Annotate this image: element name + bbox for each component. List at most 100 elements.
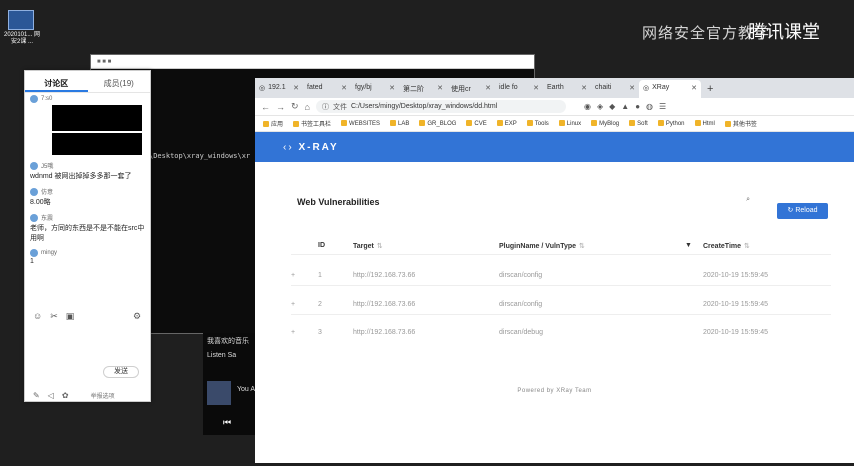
table-row[interactable]: + 1 http://192.168.73.66 dirscan/config … [291,268,831,283]
browser-tab[interactable]: Earth ✕ [543,80,591,98]
speaker-icon[interactable]: ◁ [48,391,54,400]
forward-icon[interactable]: → [276,102,285,112]
extension-icon[interactable]: ◍ [646,102,653,111]
report-link[interactable]: 举报选项 [91,391,115,400]
bookmark-folder[interactable]: LAB [390,120,409,127]
browser-tab[interactable]: idle fo ✕ [495,80,543,98]
col-plugin-header[interactable]: PluginName / VulnType ⇅ [499,242,685,250]
sort-icon[interactable]: ⇅ [744,243,750,250]
divider [291,285,831,286]
bookmark-folder[interactable]: EXP [497,120,517,127]
bookmark-folder[interactable]: Python [658,120,685,127]
bookmark-folder[interactable]: Html [695,120,715,127]
shortcut-label: 2020101... 网安2课 ... [3,32,41,45]
bookmark-apps[interactable]: 应用 [263,119,283,128]
browser-tab[interactable]: fgy/bj ✕ [351,80,399,98]
browser-tab[interactable]: 第二阶 ✕ [399,80,447,98]
chat-user: 东震 [41,216,54,222]
home-icon[interactable]: ⌂ [305,102,310,112]
chat-panel[interactable]: 讨论区 成员(19) 7:s0 J5哦 wdnmd 被网出掉掉多多那一套了 仿意… [24,70,151,402]
browser-window[interactable]: ◎ 192.1 ✕ fated ✕ fgy/bj ✕ 第二阶 ✕ 使用cr ✕ idle f… [255,78,854,463]
tab-label: 使用cr [451,86,471,93]
cell-target: http://192.168.73.66 [353,301,416,308]
browser-tab[interactable]: 使用cr ✕ [447,80,495,98]
close-tab-icon[interactable]: ✕ [691,84,697,98]
bookmark-other[interactable]: 其他书签 [725,119,757,128]
flower-icon[interactable]: ✿ [62,391,69,400]
cell-plugin: dirscan/config [499,272,543,279]
xray-logo[interactable]: X-RAY [298,142,338,153]
browser-tab[interactable]: fated ✕ [303,80,351,98]
cell-time: 2020-10-19 15:59:45 [703,272,768,279]
mic-icon[interactable]: ✎ [33,391,40,400]
send-button[interactable]: 发送 [103,366,139,378]
terminal-titlebar[interactable]: ■ ■ ■ [91,55,534,69]
browser-tab-active[interactable]: ◎ XRay ✕ [639,80,701,98]
reload-icon[interactable]: ↻ [291,101,299,112]
scissors-icon[interactable]: ✂ [50,311,58,322]
tab-discussion[interactable]: 讨论区 [25,71,88,92]
bookmark-folder[interactable]: Linux [559,120,581,127]
new-tab-button[interactable]: + [701,83,719,98]
desktop-shortcut[interactable]: 2020101... 网安2课 ... [2,10,42,50]
reload-label: Reload [795,207,818,214]
bookmark-folder[interactable]: GR_BLOG [419,120,456,127]
reload-button[interactable]: ↻ Reload [777,203,828,219]
close-tab-icon[interactable]: ✕ [581,84,587,98]
col-time-header[interactable]: CreateTime ⇅ [703,242,813,250]
sort-icon[interactable]: ⇅ [377,243,383,250]
extension-icon[interactable]: ◆ [609,102,615,111]
player-favorites[interactable]: 我喜欢的音乐 [203,333,263,349]
extension-icon[interactable]: ◉ [584,102,591,111]
address-bar[interactable]: ⓘ 文件 C:/Users/mingy/Desktop/xray_windows… [315,100,566,113]
tab-label: XRay [652,84,670,91]
col-target-header[interactable]: Target ⇅ [353,242,499,250]
chat-message: J5哦 wdnmd 被网出掉掉多多那一套了 [25,159,150,185]
image-icon[interactable]: ▣ [66,311,75,322]
bookmark-folder[interactable]: WEBSITES [341,120,380,127]
close-tab-icon[interactable]: ✕ [533,84,539,98]
close-tab-icon[interactable]: ✕ [437,84,443,98]
emoji-icon[interactable]: ☺ [33,311,42,322]
extension-icon[interactable]: ☰ [659,102,666,111]
bookmark-folder[interactable]: CVE [466,120,486,127]
settings-icon[interactable]: ⚙ [133,311,141,322]
col-id-header[interactable]: ID [318,242,353,249]
bookmark-folder[interactable]: 书签工具栏 [293,119,331,128]
bookmark-folder[interactable]: MyBlog [591,120,619,127]
table-header: ID Target ⇅ PluginName / VulnType ⇅ ▼ Crea… [291,238,831,253]
search-input[interactable]: ⌕ [560,193,750,207]
sort-icon[interactable]: ⇅ [579,243,585,250]
player-track[interactable]: Listen Sa [203,349,263,362]
browser-tab[interactable]: chaiti ✕ [591,80,639,98]
chat-user: 7:s0 [41,96,53,102]
close-tab-icon[interactable]: ✕ [485,84,491,98]
search-icon[interactable]: ⌕ [746,196,750,204]
expand-icon[interactable]: + [291,301,318,308]
close-tab-icon[interactable]: ✕ [389,84,395,98]
expand-icon[interactable]: + [291,329,318,336]
extension-icon[interactable]: ● [635,102,640,111]
expand-icon[interactable]: + [291,272,318,279]
music-player[interactable]: 我喜欢的音乐 Listen Sa You Are ⏮ [203,333,263,435]
tab-label: fgy/bj [355,84,372,91]
close-tab-icon[interactable]: ✕ [293,84,299,98]
extension-icon[interactable]: ◈ [597,102,603,111]
extension-icon[interactable]: ▲ [621,102,629,111]
table-row[interactable]: + 3 http://192.168.73.66 dirscan/debug 2… [291,325,831,340]
tab-label: 第二阶 [403,86,424,93]
tab-members[interactable]: 成员(19) [88,71,151,92]
col-target-label: Target [353,242,374,250]
back-icon[interactable]: ← [261,102,270,112]
filter-icon[interactable]: ▼ [685,242,703,249]
bookmark-folder[interactable]: Tools [527,120,549,127]
page-footer: Powered by XRay Team [517,388,592,394]
browser-tab[interactable]: ◎ 192.1 ✕ [255,80,303,98]
terminal-path: \Desktop\xray_windows\xr [149,152,251,160]
close-tab-icon[interactable]: ✕ [341,84,347,98]
album-cover [207,381,231,405]
previous-track-icon[interactable]: ⏮ [223,417,231,428]
bookmark-folder[interactable]: Soft [629,120,648,127]
table-row[interactable]: + 2 http://192.168.73.66 dirscan/config … [291,297,831,312]
close-tab-icon[interactable]: ✕ [629,84,635,98]
